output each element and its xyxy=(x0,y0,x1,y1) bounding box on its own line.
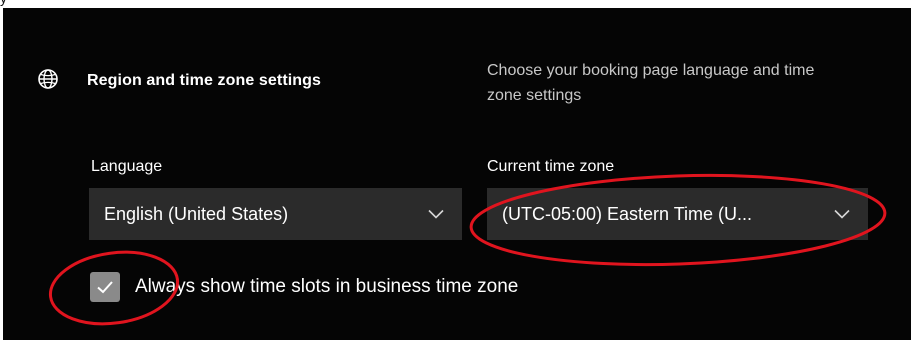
top-strip: y xyxy=(0,0,915,8)
language-dropdown-value: English (United States) xyxy=(104,203,289,224)
globe-icon xyxy=(38,69,58,89)
check-icon xyxy=(97,281,113,294)
partial-top-text: y xyxy=(0,0,7,5)
timezone-dropdown-value: (UTC-05:00) Eastern Time (U... xyxy=(502,203,753,224)
section-description: Choose your booking page language and ti… xyxy=(487,62,815,104)
chevron-down-icon xyxy=(428,209,444,219)
business-time-zone-label: Always show time slots in business time … xyxy=(135,276,519,297)
business-time-zone-option[interactable]: Always show time slots in business time … xyxy=(90,272,518,302)
language-label: Language xyxy=(91,158,163,175)
chevron-down-icon xyxy=(834,209,850,219)
business-time-zone-checkbox[interactable] xyxy=(90,272,120,302)
timezone-label: Current time zone xyxy=(487,158,615,175)
bottom-strip xyxy=(0,340,915,349)
section-title: Region and time zone settings xyxy=(87,72,322,89)
language-dropdown[interactable]: English (United States) xyxy=(89,188,462,240)
timezone-dropdown[interactable]: (UTC-05:00) Eastern Time (U... xyxy=(487,188,868,240)
